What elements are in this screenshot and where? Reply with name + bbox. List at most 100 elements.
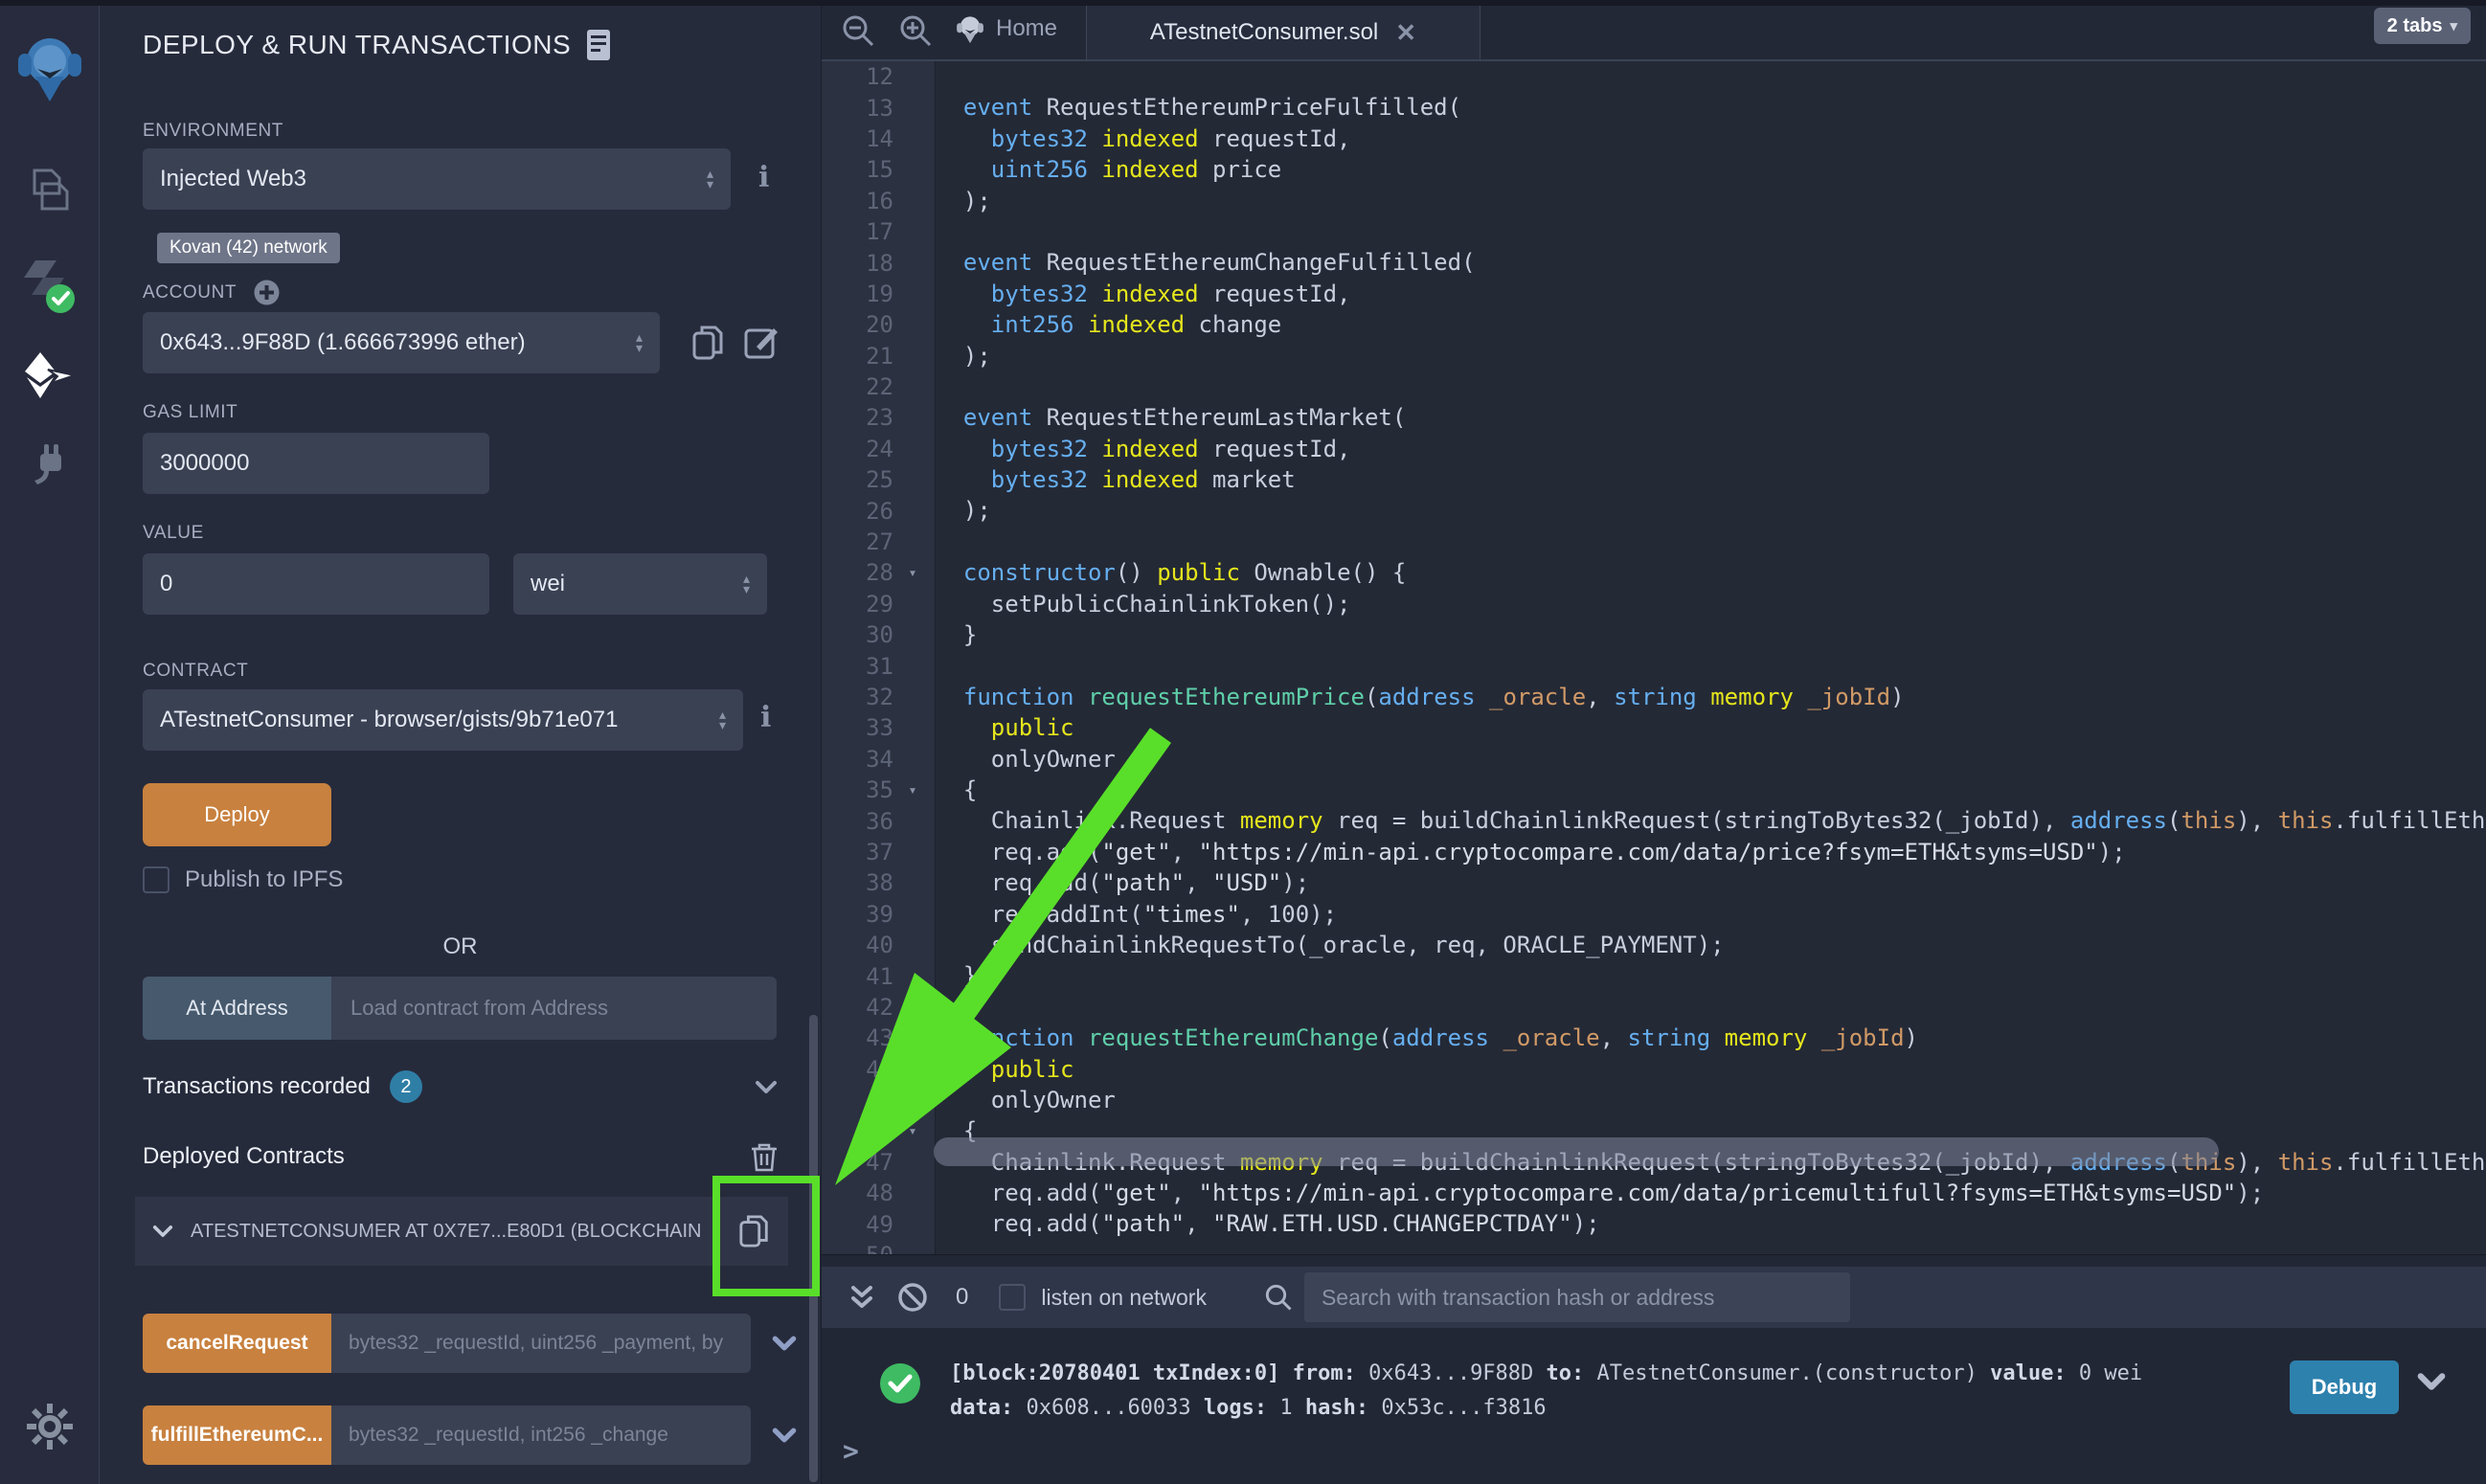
code-line[interactable] bbox=[936, 61, 2486, 92]
gutter-line[interactable]: 20 bbox=[822, 309, 935, 340]
fold-icon[interactable]: ▾ bbox=[893, 1122, 932, 1139]
fold-icon[interactable]: ▾ bbox=[893, 564, 932, 581]
terminal-prompt[interactable]: > bbox=[843, 1435, 859, 1467]
publish-ipfs-checkbox[interactable] bbox=[143, 866, 170, 893]
gutter-line[interactable]: 41 bbox=[822, 960, 935, 991]
code-line[interactable]: req.add("get", "https://min-api.cryptoco… bbox=[936, 837, 2486, 867]
transactions-recorded-row[interactable]: Transactions recorded 2 bbox=[143, 1070, 778, 1103]
code-line[interactable]: bytes32 indexed market bbox=[936, 464, 2486, 495]
gutter-line[interactable]: 35▾ bbox=[822, 775, 935, 805]
contract-select[interactable]: ATestnetConsumer - browser/gists/9b71e07… bbox=[143, 689, 743, 751]
panel-scrollbar[interactable] bbox=[809, 1015, 818, 1482]
gutter-line[interactable]: 23 bbox=[822, 402, 935, 433]
code-line[interactable] bbox=[936, 371, 2486, 402]
code-line[interactable]: ); bbox=[936, 341, 2486, 371]
gutter-line[interactable]: 27 bbox=[822, 527, 935, 557]
environment-info-icon[interactable]: i bbox=[758, 161, 769, 194]
copy-account-icon[interactable] bbox=[691, 324, 726, 362]
code-editor[interactable]: 1213141516171819202122232425262728▾29303… bbox=[822, 61, 2486, 1254]
gutter-line[interactable]: 34 bbox=[822, 744, 935, 775]
gutter-line[interactable]: 18 bbox=[822, 247, 935, 278]
gutter-line[interactable]: 25 bbox=[822, 464, 935, 495]
terminal-search-input[interactable]: Search with transaction hash or address bbox=[1304, 1272, 1850, 1322]
deployed-contract-item[interactable]: ATESTNETCONSUMER AT 0X7E7...E80D1 (BLOCK… bbox=[135, 1197, 788, 1266]
gutter-line[interactable]: 44 bbox=[822, 1054, 935, 1085]
code-line[interactable]: function requestEthereumPrice(address _o… bbox=[936, 682, 2486, 712]
code-line[interactable] bbox=[936, 216, 2486, 247]
clear-console-icon[interactable] bbox=[896, 1281, 929, 1314]
value-input[interactable]: 0 bbox=[143, 553, 489, 615]
chevron-down-icon[interactable] bbox=[772, 1336, 797, 1351]
code-line[interactable]: uint256 indexed price bbox=[936, 154, 2486, 185]
gutter-line[interactable]: 26 bbox=[822, 495, 935, 526]
account-select[interactable]: 0x643...9F88D (1.666673996 ether) ▴▾ bbox=[143, 312, 660, 373]
fulfill-ethereum-button[interactable]: fulfillEthereumC... bbox=[143, 1405, 331, 1465]
gutter-line[interactable]: 47 bbox=[822, 1147, 935, 1178]
tab-home[interactable]: Home bbox=[956, 0, 1057, 57]
file-explorer-icon[interactable] bbox=[0, 165, 99, 214]
cancel-request-button[interactable]: cancelRequest bbox=[143, 1314, 331, 1373]
code-line[interactable]: public bbox=[936, 1054, 2486, 1085]
listen-network-checkbox[interactable] bbox=[999, 1284, 1026, 1311]
code-line[interactable]: req.add("path", "RAW.ETH.USD.CHANGEPCTDA… bbox=[936, 1208, 2486, 1239]
code-line[interactable] bbox=[936, 992, 2486, 1023]
expand-log-icon[interactable] bbox=[2417, 1372, 2446, 1391]
gutter-line[interactable]: 42 bbox=[822, 992, 935, 1023]
code-line[interactable]: setPublicChainlinkToken(); bbox=[936, 589, 2486, 619]
code-line[interactable]: onlyOwner bbox=[936, 1085, 2486, 1115]
fulfill-ethereum-args-input[interactable]: bytes32 _requestId, int256 _change bbox=[331, 1405, 751, 1465]
gutter-line[interactable]: 45 bbox=[822, 1085, 935, 1115]
code-line[interactable]: { bbox=[936, 775, 2486, 805]
zoom-in-icon[interactable] bbox=[898, 13, 933, 48]
cancel-request-args-input[interactable]: bytes32 _requestId, uint256 _payment, by bbox=[331, 1314, 751, 1373]
gutter-line[interactable]: 49 bbox=[822, 1208, 935, 1239]
code-line[interactable]: public bbox=[936, 712, 2486, 743]
gutter-line[interactable]: 36 bbox=[822, 805, 935, 836]
gutter-line[interactable]: 14 bbox=[822, 124, 935, 154]
remix-logo-icon[interactable] bbox=[0, 31, 99, 103]
code-line[interactable]: event RequestEthereumPriceFulfilled( bbox=[936, 92, 2486, 123]
gutter-line[interactable]: 31 bbox=[822, 650, 935, 681]
code-line[interactable]: constructor() public Ownable() { bbox=[936, 557, 2486, 588]
chevron-down-icon[interactable] bbox=[755, 1080, 778, 1094]
code-line[interactable]: int256 indexed change bbox=[936, 309, 2486, 340]
code-line[interactable] bbox=[936, 650, 2486, 681]
gutter-line[interactable]: 17 bbox=[822, 216, 935, 247]
at-address-input[interactable]: Load contract from Address bbox=[331, 977, 777, 1040]
fold-icon[interactable]: ▾ bbox=[893, 781, 932, 798]
code-line[interactable]: req.addInt("times", 100); bbox=[936, 899, 2486, 930]
code-line[interactable]: ); bbox=[936, 186, 2486, 216]
tabs-count-button[interactable]: 2 tabs ▾ bbox=[2374, 8, 2471, 44]
code-line[interactable]: req.add("path", "USD"); bbox=[936, 867, 2486, 898]
code-line[interactable]: event RequestEthereumChangeFulfilled( bbox=[936, 247, 2486, 278]
solidity-compiler-icon[interactable] bbox=[0, 255, 99, 318]
code-line[interactable]: bytes32 indexed requestId, bbox=[936, 279, 2486, 309]
code-line[interactable]: onlyOwner bbox=[936, 744, 2486, 775]
gutter-line[interactable]: 33 bbox=[822, 712, 935, 743]
gutter-line[interactable]: 13 bbox=[822, 92, 935, 123]
gutter-line[interactable]: 19 bbox=[822, 279, 935, 309]
deploy-run-icon[interactable] bbox=[0, 350, 99, 400]
environment-select[interactable]: Injected Web3 ▴▾ bbox=[143, 148, 731, 210]
code-line[interactable]: } bbox=[936, 960, 2486, 991]
gutter-line[interactable]: 46▾ bbox=[822, 1115, 935, 1146]
code-line[interactable]: bytes32 indexed requestId, bbox=[936, 124, 2486, 154]
copy-contract-icon[interactable] bbox=[738, 1212, 771, 1250]
gutter-line[interactable]: 24 bbox=[822, 434, 935, 464]
gutter-line[interactable]: 32 bbox=[822, 682, 935, 712]
gutter-line[interactable]: 50 bbox=[822, 1240, 935, 1254]
deploy-button[interactable]: Deploy bbox=[143, 783, 331, 846]
code-line[interactable] bbox=[936, 527, 2486, 557]
gutter-line[interactable]: 40 bbox=[822, 930, 935, 960]
code-line[interactable]: Chainlink.Request memory req = buildChai… bbox=[936, 805, 2486, 836]
gutter-line[interactable]: 12 bbox=[822, 61, 935, 92]
chevron-down-icon[interactable] bbox=[152, 1225, 173, 1238]
code-line[interactable]: sendChainlinkRequestTo(_oracle, req, ORA… bbox=[936, 930, 2486, 960]
transaction-log[interactable]: [block:20780401 txIndex:0] from: 0x643..… bbox=[950, 1357, 2142, 1426]
code-line[interactable]: ); bbox=[936, 495, 2486, 526]
code-line[interactable]: function requestEthereumChange(address _… bbox=[936, 1023, 2486, 1053]
chevron-down-icon[interactable] bbox=[772, 1428, 797, 1443]
gutter-line[interactable]: 21 bbox=[822, 341, 935, 371]
gutter-line[interactable]: 30 bbox=[822, 619, 935, 650]
gutter-line[interactable]: 48 bbox=[822, 1178, 935, 1208]
